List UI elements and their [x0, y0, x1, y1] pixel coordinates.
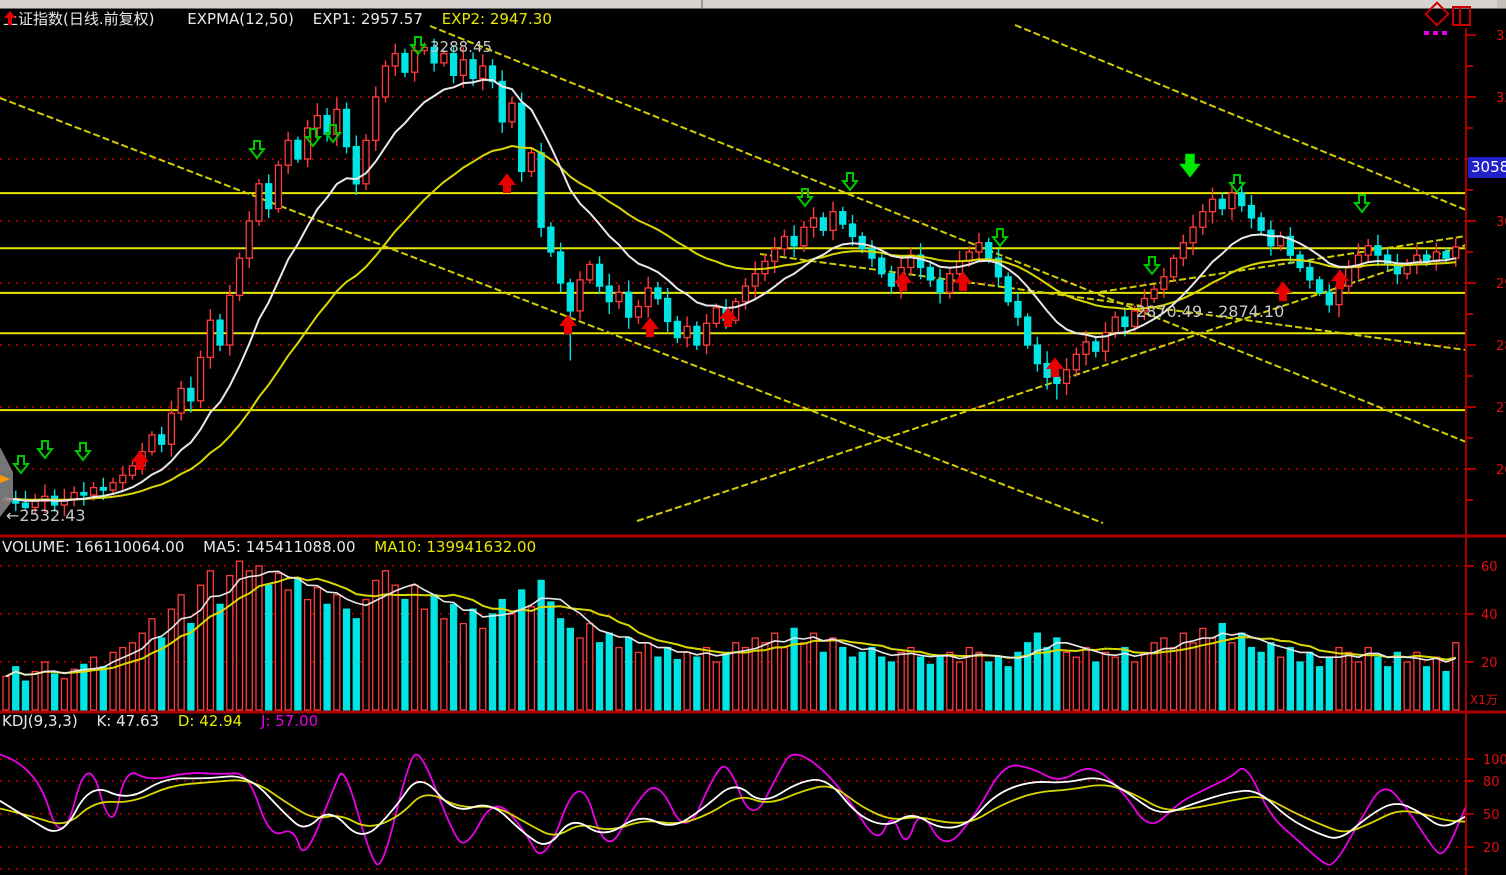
svg-text:3200: 3200: [1496, 91, 1506, 106]
volume-value: VOLUME: 166110064.00: [2, 538, 184, 556]
svg-text:60: 60: [1481, 560, 1498, 575]
kdj-j-value: J: 57.00: [261, 712, 318, 730]
split-window-icon[interactable]: [1453, 7, 1470, 25]
svg-text:50: 50: [1483, 808, 1500, 823]
svg-text:20: 20: [1483, 841, 1500, 856]
main-chart-header: 上证指数(日线.前复权) EXPMA(12,50) EXP1: 2957.57 …: [3, 10, 566, 28]
kdj-d-value: D: 42.94: [178, 712, 242, 730]
indicator-label: EXPMA(12,50): [187, 10, 294, 28]
expma-lines: [6, 80, 1456, 501]
kdj-indicator-label: KDJ(9,3,3): [2, 712, 78, 730]
svg-text:100: 100: [1483, 753, 1506, 768]
trading-terminal: 3300320030002900280027002600604020100805…: [0, 0, 1506, 875]
volume-header: VOLUME: 166110064.00 MA5: 145411088.00 M…: [2, 538, 550, 556]
price-badge: 3058: [1468, 157, 1506, 178]
svg-text:2600: 2600: [1496, 463, 1506, 478]
volume-unit-label: X1万: [1470, 691, 1498, 708]
volume-ma5-value: MA5: 145411088.00: [203, 538, 355, 556]
exp1-value: EXP1: 2957.57: [313, 10, 423, 28]
svg-text:80: 80: [1483, 775, 1500, 790]
min-price-label: ←2532.43: [6, 506, 86, 525]
peak-price-label: 3288.45: [430, 38, 492, 56]
diamond-icon[interactable]: [1426, 3, 1449, 26]
more-options-icon[interactable]: [1424, 31, 1447, 35]
svg-text:2700: 2700: [1496, 401, 1506, 416]
chart-canvas: 3300320030002900280027002600604020100805…: [0, 0, 1506, 875]
svg-text:2900: 2900: [1496, 277, 1506, 292]
range-label: 2870.49 - 2874.10: [1136, 302, 1284, 321]
kdj-k-value: K: 47.63: [96, 712, 159, 730]
svg-text:2800: 2800: [1496, 339, 1506, 354]
symbol-title: 上证指数(日线.前复权): [3, 10, 154, 28]
price-axis: 3300320030002900280027002600604020100805…: [0, 28, 1506, 875]
window-corner-controls: [1416, 0, 1506, 45]
volume-ma10-value: MA10: 139941632.00: [374, 538, 536, 556]
svg-text:3000: 3000: [1496, 215, 1506, 230]
svg-text:40: 40: [1481, 608, 1498, 623]
svg-text:20: 20: [1481, 656, 1498, 671]
kdj-header: KDJ(9,3,3) K: 47.63 D: 42.94 J: 57.00: [2, 712, 332, 730]
exp2-value: EXP2: 2947.30: [442, 10, 552, 28]
kdj-lines: [0, 755, 1466, 865]
volume-bars: [3, 561, 1459, 710]
gridlines: [0, 97, 1466, 869]
